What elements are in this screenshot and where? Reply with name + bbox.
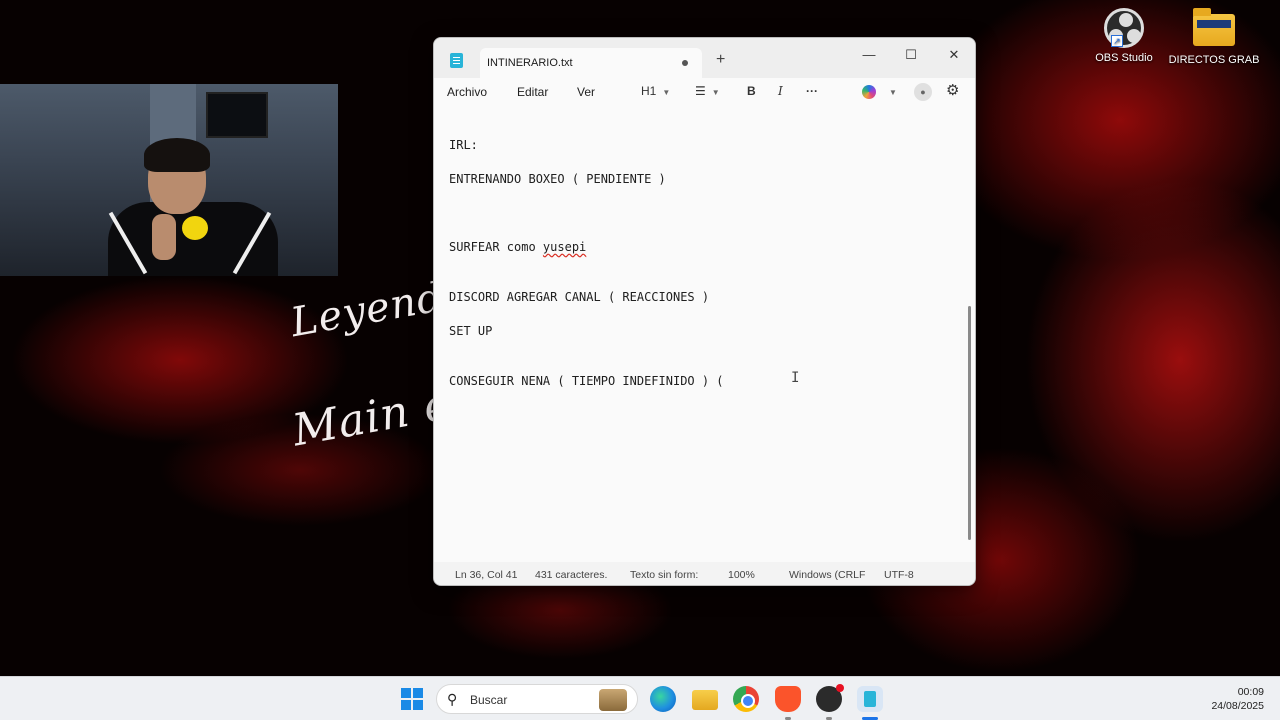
vertical-scrollbar[interactable]	[968, 306, 971, 540]
status-char-count: 431 caracteres.	[535, 569, 608, 581]
streamer-hand	[152, 214, 176, 260]
menu-ver[interactable]: Ver	[577, 85, 595, 99]
misspelled-word[interactable]: yusepi	[543, 240, 586, 254]
heading-dropdown[interactable]: H1 ▼	[641, 84, 670, 98]
edge-icon[interactable]	[650, 686, 676, 712]
webcam-background	[206, 92, 268, 138]
shortcut-arrow-icon: ↗	[1111, 35, 1123, 47]
status-zoom[interactable]: 100%	[728, 569, 755, 581]
copilot-icon[interactable]	[862, 85, 876, 99]
list-icon: ☰	[695, 84, 706, 98]
account-avatar-icon[interactable]: ●	[914, 83, 932, 101]
maximize-icon[interactable]: ☐	[891, 42, 931, 68]
minimize-icon[interactable]: —	[849, 42, 889, 68]
menu-archivo[interactable]: Archivo	[447, 85, 487, 99]
tab-intinerario[interactable]: INTINERARIO.txt	[480, 48, 702, 78]
desktop-icon-label: OBS Studio	[1095, 52, 1153, 64]
desktop-icon-directos-grab[interactable]: DIRECTOS GRAB	[1164, 8, 1264, 66]
new-tab-plus-icon[interactable]: +	[716, 51, 725, 69]
microphone	[182, 216, 208, 240]
heading-label: H1	[641, 84, 657, 98]
text-editor[interactable]: IRL: ENTRENANDO BOXEO ( PENDIENTE ) SURF…	[434, 106, 975, 562]
notepad-window: INTINERARIO.txt + — ☐ ✕ Archivo Editar V…	[433, 37, 976, 586]
list-dropdown[interactable]: ☰ ▼	[695, 84, 720, 98]
editor-line: ENTRENANDO BOXEO ( PENDIENTE )	[449, 172, 666, 186]
status-position[interactable]: Ln 36, Col 41	[455, 569, 517, 581]
tab-title: INTINERARIO.txt	[487, 57, 573, 69]
search-highlight-image	[599, 689, 627, 711]
desktop-icon-label: DIRECTOS GRAB	[1168, 54, 1260, 66]
text-cursor-icon: I	[791, 370, 800, 386]
webcam-overlay	[0, 84, 338, 276]
folder-icon	[1193, 8, 1235, 46]
notepad-icon[interactable]	[857, 686, 883, 712]
system-clock[interactable]: 00:09 24/08/2025	[1211, 685, 1264, 713]
wallpaper-script-text: Main e	[288, 378, 455, 457]
italic-button[interactable]: I	[778, 84, 783, 98]
menu-bar: Archivo Editar Ver H1 ▼ ☰ ▼ B I ··· ▼ ● ⚙	[434, 78, 975, 106]
more-options-button[interactable]: ···	[806, 84, 818, 98]
editor-line-text: SURFEAR como	[449, 240, 543, 254]
title-bar[interactable]: INTINERARIO.txt + — ☐ ✕	[434, 38, 975, 78]
chevron-down-icon: ▼	[662, 88, 671, 97]
editor-line: CONSEGUIR NENA ( TIEMPO INDEFINIDO ) (	[449, 374, 724, 388]
file-explorer-icon[interactable]	[692, 690, 718, 710]
windows-start-icon[interactable]	[401, 688, 423, 710]
chrome-icon[interactable]	[733, 686, 759, 712]
close-icon[interactable]: ✕	[934, 42, 974, 68]
search-icon: ⚲	[447, 691, 458, 707]
desktop-icon-obs-studio[interactable]: ↗ OBS Studio	[1074, 8, 1174, 64]
editor-line: SURFEAR como yusepi	[449, 240, 586, 254]
bold-button[interactable]: B	[747, 84, 756, 98]
editor-line: IRL:	[449, 138, 478, 152]
obs-studio-icon: ↗	[1104, 8, 1144, 48]
status-format[interactable]: Texto sin form:	[630, 569, 698, 581]
status-line-ending[interactable]: Windows (CRLF	[789, 569, 865, 581]
settings-gear-icon[interactable]: ⚙	[946, 81, 959, 99]
taskbar-search[interactable]: ⚲ Buscar	[436, 684, 638, 714]
menu-editar[interactable]: Editar	[517, 85, 548, 99]
brave-icon[interactable]	[775, 686, 801, 712]
notepad-icon	[450, 53, 463, 68]
unsaved-dot-icon[interactable]	[682, 60, 688, 66]
clock-time: 00:09	[1237, 686, 1264, 698]
chevron-down-icon: ▼	[711, 88, 720, 97]
status-encoding[interactable]: UTF-8	[884, 569, 914, 581]
status-bar: Ln 36, Col 41 431 caracteres. Texto sin …	[434, 562, 975, 585]
editor-line: SET UP	[449, 324, 493, 338]
chevron-down-icon: ▼	[889, 88, 897, 97]
streamer-hair	[144, 138, 210, 172]
obs-studio-icon[interactable]	[816, 684, 844, 712]
clock-date: 24/08/2025	[1211, 700, 1264, 712]
editor-line: DISCORD AGREGAR CANAL ( REACCIONES )	[449, 290, 710, 304]
copilot-dropdown[interactable]: ▼	[883, 84, 897, 98]
search-placeholder: Buscar	[470, 693, 508, 707]
taskbar: ⚲ Buscar 00:09 24/08/2025	[0, 676, 1280, 720]
